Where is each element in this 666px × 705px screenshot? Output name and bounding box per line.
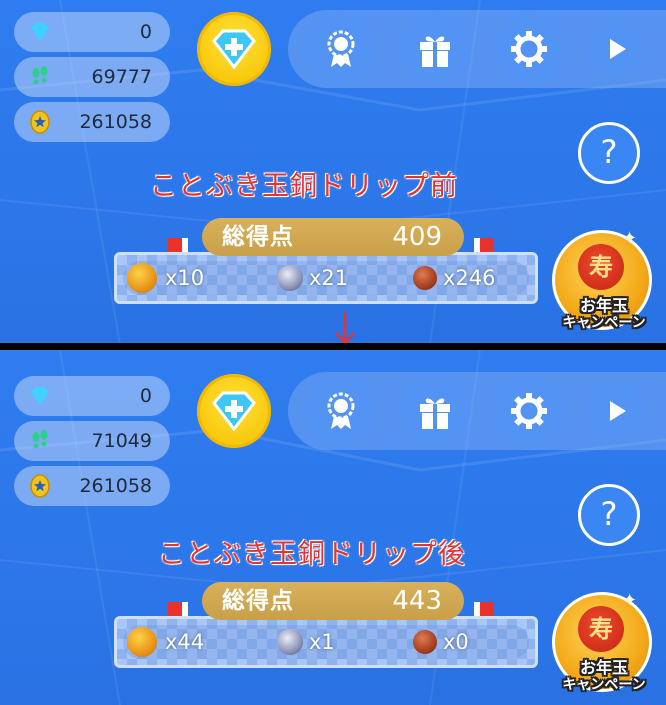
total-score-value: 409	[392, 222, 442, 252]
panel-divider	[0, 343, 666, 350]
help-button[interactable]: ?	[578, 122, 640, 184]
gift-icon	[420, 36, 450, 67]
toolbar	[288, 10, 666, 88]
silver-ball-item: x21	[273, 261, 363, 295]
help-button[interactable]: ?	[578, 484, 640, 546]
silver-ball-icon	[277, 265, 303, 291]
play-button[interactable]	[588, 383, 644, 439]
gem-icon	[31, 23, 49, 41]
gems-counter: 0	[14, 12, 170, 52]
gift-button[interactable]	[400, 14, 470, 84]
gift-icon	[420, 398, 450, 429]
gold-ball-count: x44	[165, 630, 205, 654]
coins-value: 261058	[79, 111, 152, 133]
play-button[interactable]	[588, 21, 644, 77]
new-year-campaign-button[interactable]: 寿 ✦ お年玉 キャンペーン	[548, 588, 660, 700]
items-tray: x44 x1 x0	[114, 616, 538, 668]
silver-ball-count: x1	[309, 630, 335, 654]
settings-button[interactable]	[494, 376, 564, 446]
bronze-ball-item: x246	[409, 261, 519, 295]
gem-shop-button[interactable]	[197, 12, 271, 86]
kotobuki-seal: 寿	[578, 244, 624, 290]
gold-ball-item: x10	[125, 261, 215, 295]
play-icon	[610, 39, 626, 59]
coins-counter: 261058	[14, 102, 170, 142]
items-row: x10 x21 x246	[123, 261, 529, 295]
total-score-value: 443	[392, 586, 442, 616]
silver-ball-icon	[277, 629, 303, 655]
silver-ball-count: x21	[309, 266, 349, 290]
steps-value: 69777	[91, 66, 152, 88]
sparkle-icon: ✦	[622, 590, 638, 611]
gem-plus-icon	[212, 391, 256, 432]
steps-value: 71049	[91, 430, 152, 452]
footprints-icon	[32, 430, 48, 449]
bronze-ball-count: x246	[443, 266, 496, 290]
steps-counter: 71049	[14, 421, 170, 461]
gems-counter: 0	[14, 376, 170, 416]
bronze-ball-item: x0	[409, 625, 519, 659]
total-score-label: 総得点	[222, 224, 294, 250]
caption-after: ことぶき玉銅ドリップ後	[158, 539, 466, 570]
score-panel: x10 x21 x246 総得点 409	[114, 218, 538, 308]
gift-button[interactable]	[400, 376, 470, 446]
total-score-bar: 総得点 443	[202, 582, 464, 620]
play-icon	[610, 401, 626, 421]
gems-value: 0	[139, 385, 152, 407]
items-tray: x10 x21 x246	[114, 252, 538, 304]
gear-icon	[511, 393, 547, 429]
total-score-bar: 総得点 409	[202, 218, 464, 256]
footprints-icon	[32, 66, 48, 85]
coins-value: 261058	[79, 475, 152, 497]
before-panel: 0 69777 261058 ? ことぶき玉銅ドリップ前 x10 x21 x24…	[0, 0, 666, 344]
coin-icon	[30, 110, 50, 134]
bronze-ball-icon	[413, 630, 437, 654]
medal-button[interactable]	[306, 14, 376, 84]
campaign-label-2: キャンペーン	[562, 677, 646, 693]
settings-button[interactable]	[494, 14, 564, 84]
total-score-label: 総得点	[222, 588, 294, 614]
caption-before: ことぶき玉銅ドリップ前	[150, 171, 458, 202]
gold-ball-count: x10	[165, 266, 205, 290]
silver-ball-item: x1	[273, 625, 363, 659]
coin-icon	[30, 474, 50, 498]
campaign-label-2: キャンペーン	[562, 315, 646, 331]
kotobuki-seal: 寿	[578, 606, 624, 652]
sparkle-icon: ✦	[622, 228, 638, 249]
steps-counter: 69777	[14, 57, 170, 97]
gem-icon	[31, 387, 49, 405]
medal-icon	[327, 392, 355, 429]
items-row: x44 x1 x0	[123, 625, 529, 659]
score-panel: x44 x1 x0 総得点 443	[114, 582, 538, 672]
after-panel: 0 71049 261058 ? ことぶき玉銅ドリップ後 x44 x1 x0 総…	[0, 350, 666, 705]
medal-button[interactable]	[306, 376, 376, 446]
gem-shop-button[interactable]	[197, 374, 271, 448]
bronze-ball-icon	[413, 266, 437, 290]
gold-ball-item: x44	[125, 625, 215, 659]
gear-icon	[511, 31, 547, 67]
gems-value: 0	[139, 21, 152, 43]
gold-ball-icon	[127, 627, 157, 657]
coins-counter: 261058	[14, 466, 170, 506]
gold-ball-icon	[127, 263, 157, 293]
gem-plus-icon	[212, 29, 256, 70]
bronze-ball-count: x0	[443, 630, 469, 654]
toolbar	[288, 372, 666, 450]
medal-icon	[327, 30, 355, 67]
new-year-campaign-button[interactable]: 寿 ✦ お年玉 キャンペーン	[548, 226, 660, 338]
down-arrow-icon	[335, 312, 355, 344]
